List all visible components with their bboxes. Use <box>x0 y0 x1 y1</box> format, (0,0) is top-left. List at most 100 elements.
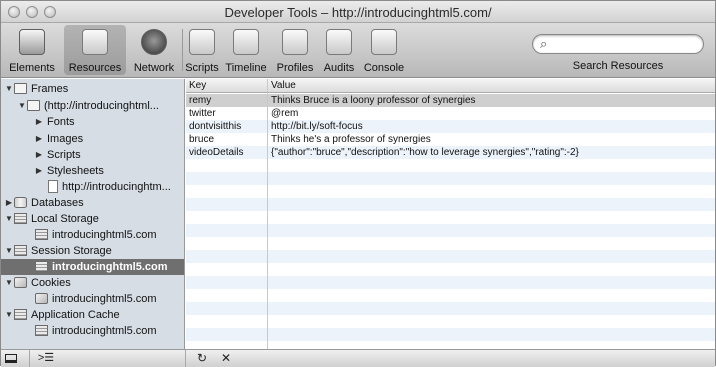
sidebar-item-label: (http://introducinghtml... <box>44 100 159 112</box>
table-row[interactable]: remy Thinks Bruce is a loony professor o… <box>186 94 715 107</box>
network-icon <box>141 29 167 55</box>
storage-icon <box>35 261 48 272</box>
sidebar-item-local-storage-origin[interactable]: introducinghtml5.com <box>1 227 184 243</box>
sidebar-item-session-storage[interactable]: ▼ Session Storage <box>1 243 184 259</box>
document-icon <box>48 180 58 193</box>
console-prompt-icon: >☰ <box>37 352 55 364</box>
storage-icon <box>14 213 27 224</box>
table-row[interactable]: dontvisitthis http://bit.ly/soft-focus <box>186 120 715 133</box>
profiles-icon <box>282 29 308 55</box>
sidebar-item-cookies-origin[interactable]: introducinghtml5.com <box>1 291 184 307</box>
tool-elements[interactable]: Elements <box>3 25 61 75</box>
tool-resources-label: Resources <box>68 62 122 74</box>
sidebar-item-application-cache-origin[interactable]: introducinghtml5.com <box>1 323 184 339</box>
tool-timeline[interactable]: Timeline <box>222 25 270 75</box>
column-header-key[interactable]: Key <box>186 79 267 93</box>
delete-button[interactable]: ✕ <box>215 350 237 367</box>
table-header: Key Value <box>186 79 715 93</box>
sidebar-item-label: Cookies <box>31 277 71 289</box>
sidebar-item-frames[interactable]: ▼ Frames <box>1 81 184 97</box>
sidebar-item-label: Fonts <box>47 116 75 128</box>
cookie-icon <box>35 293 48 304</box>
sidebar-item-frame-root[interactable]: ▼ (http://introducinghtml... <box>1 98 184 114</box>
tool-audits[interactable]: Audits <box>319 25 359 75</box>
storage-icon <box>35 229 48 240</box>
timeline-icon <box>233 29 259 55</box>
tool-network[interactable]: Network <box>129 25 179 75</box>
resources-sidebar: ▼ Frames ▼ (http://introducinghtml... ▶ … <box>1 79 185 349</box>
sidebar-item-label: Images <box>47 133 84 145</box>
dock-icon <box>5 354 17 363</box>
empty-row <box>186 250 715 263</box>
sidebar-item-label: Stylesheets <box>47 165 104 177</box>
folder-icon <box>14 83 27 94</box>
sidebar-item-session-storage-origin[interactable]: introducinghtml5.com <box>1 259 184 275</box>
sidebar-item-document[interactable]: http://introducinghtm... <box>1 179 184 195</box>
search-resources-field[interactable]: ⌕ <box>532 34 704 54</box>
search-input[interactable] <box>555 37 695 51</box>
disclosure-expanded-icon[interactable]: ▼ <box>4 81 14 97</box>
disclosure-expanded-icon[interactable]: ▼ <box>4 211 14 227</box>
tool-audits-label: Audits <box>323 62 355 74</box>
disclosure-collapsed-icon[interactable]: ▶ <box>4 195 14 211</box>
delete-icon: ✕ <box>220 351 232 365</box>
sidebar-item-scripts[interactable]: ▶ Scripts <box>1 147 184 163</box>
empty-row <box>186 328 715 341</box>
table-cell-value: @rem <box>271 108 299 119</box>
empty-row <box>186 198 715 211</box>
sidebar-item-label: introducinghtml5.com <box>52 261 168 273</box>
disclosure-collapsed-icon[interactable]: ▶ <box>34 114 44 130</box>
tool-network-label: Network <box>133 62 175 74</box>
toolbar: Elements Resources Network Scripts Timel… <box>1 23 715 78</box>
sidebar-item-application-cache[interactable]: ▼ Application Cache <box>1 307 184 323</box>
column-header-value[interactable]: Value <box>268 79 715 93</box>
disclosure-collapsed-icon[interactable]: ▶ <box>34 163 44 179</box>
dock-toggle-button[interactable] <box>1 350 29 367</box>
sidebar-item-databases[interactable]: ▶ Databases <box>1 195 184 211</box>
disclosure-expanded-icon[interactable]: ▼ <box>17 98 27 114</box>
tool-resources[interactable]: Resources <box>64 25 126 75</box>
tool-console[interactable]: Console <box>361 25 407 75</box>
tool-scripts[interactable]: Scripts <box>183 25 221 75</box>
cookie-icon <box>14 277 27 288</box>
column-divider[interactable] <box>267 79 268 349</box>
table-cell-value: Thinks he's a professor of synergies <box>271 134 431 145</box>
tool-elements-label: Elements <box>9 62 55 74</box>
table-cell-key: dontvisitthis <box>189 121 242 132</box>
tool-profiles[interactable]: Profiles <box>273 25 317 75</box>
sidebar-item-fonts[interactable]: ▶ Fonts <box>1 114 184 130</box>
empty-row <box>186 185 715 198</box>
session-storage-table: Key Value remy Thinks Bruce is a loony p… <box>186 79 715 349</box>
empty-row <box>186 276 715 289</box>
empty-row <box>186 172 715 185</box>
empty-row <box>186 302 715 315</box>
table-row[interactable]: bruce Thinks he's a professor of synergi… <box>186 133 715 146</box>
disclosure-collapsed-icon[interactable]: ▶ <box>34 131 44 147</box>
sidebar-item-label: Application Cache <box>31 309 120 321</box>
sidebar-item-images[interactable]: ▶ Images <box>1 131 184 147</box>
refresh-button[interactable]: ↻ <box>191 350 213 367</box>
bottom-divider <box>185 350 186 367</box>
disclosure-collapsed-icon[interactable]: ▶ <box>34 147 44 163</box>
table-row[interactable]: videoDetails {"author":"bruce","descript… <box>186 146 715 159</box>
sidebar-item-label: Frames <box>31 83 69 95</box>
window-title: Developer Tools – http://introducinghtml… <box>224 5 492 20</box>
sidebar-item-stylesheets[interactable]: ▶ Stylesheets <box>1 163 184 179</box>
sidebar-item-local-storage[interactable]: ▼ Local Storage <box>1 211 184 227</box>
disclosure-expanded-icon[interactable]: ▼ <box>4 275 14 291</box>
search-resources-label: Search Resources <box>572 60 664 72</box>
tool-timeline-label: Timeline <box>225 62 267 74</box>
table-row[interactable]: twitter @rem <box>186 107 715 120</box>
sidebar-item-label: introducinghtml5.com <box>52 293 157 305</box>
bottom-bar: >☰ ↻ ✕ <box>1 349 715 367</box>
table-cell-value: http://bit.ly/soft-focus <box>271 121 363 132</box>
table-cell-key: videoDetails <box>189 147 244 158</box>
console-toggle-button[interactable]: >☰ <box>33 350 59 367</box>
empty-row <box>186 237 715 250</box>
empty-row <box>186 211 715 224</box>
developer-tools-window: Developer Tools – http://introducinghtml… <box>0 0 716 367</box>
disclosure-expanded-icon[interactable]: ▼ <box>4 307 14 323</box>
sidebar-item-cookies[interactable]: ▼ Cookies <box>1 275 184 291</box>
sidebar-item-label: introducinghtml5.com <box>52 325 157 337</box>
disclosure-expanded-icon[interactable]: ▼ <box>4 243 14 259</box>
